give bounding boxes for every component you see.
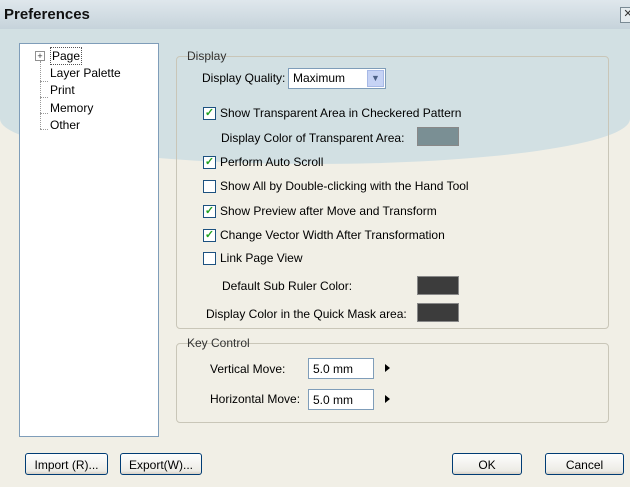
horizontal-move-label: Horizontal Move: <box>210 392 301 406</box>
vertical-move-value: 5.0 mm <box>313 362 354 376</box>
transparent-color-label: Display Color of Transparent Area: <box>221 131 405 145</box>
export-button[interactable]: Export(W)... <box>120 453 202 475</box>
tree-connector-line <box>40 81 48 82</box>
arrow-right-icon[interactable] <box>385 395 390 403</box>
display-quality-select[interactable]: Maximum ▼ <box>288 68 386 89</box>
display-quality-value: Maximum <box>293 71 346 85</box>
quick-mask-label: Display Color in the Quick Mask area: <box>206 307 407 321</box>
horizontal-move-value: 5.0 mm <box>313 393 354 407</box>
expand-plus-icon[interactable]: + <box>35 51 45 61</box>
tree-connector-line <box>40 113 48 114</box>
checkbox-checked-icon[interactable]: ✓ <box>203 156 216 169</box>
checkbox-checked-icon[interactable]: ✓ <box>203 205 216 218</box>
ok-button[interactable]: OK <box>452 453 522 475</box>
vertical-move-input[interactable]: 5.0 mm <box>308 358 374 379</box>
tree-connector-line <box>40 61 41 129</box>
category-tree[interactable]: + Page Layer Palette Print Memory Other <box>19 43 159 437</box>
checkbox-unchecked-icon[interactable] <box>203 180 216 193</box>
tree-connector-line <box>40 129 48 130</box>
key-control-legend: Key Control <box>187 336 250 350</box>
tree-connector-line <box>40 97 48 98</box>
transparent-color-swatch[interactable] <box>417 127 459 146</box>
checkbox-checked-icon[interactable]: ✓ <box>203 107 216 120</box>
horizontal-move-input[interactable]: 5.0 mm <box>308 389 374 410</box>
cancel-button[interactable]: Cancel <box>545 453 624 475</box>
chevron-down-icon[interactable]: ▼ <box>367 70 384 87</box>
display-legend: Display <box>187 49 227 63</box>
sub-ruler-label: Default Sub Ruler Color: <box>222 279 353 293</box>
sub-ruler-color-swatch[interactable] <box>417 276 459 295</box>
arrow-right-icon[interactable] <box>385 364 390 372</box>
checkbox-checked-icon[interactable]: ✓ <box>203 229 216 242</box>
checkbox-unchecked-icon[interactable] <box>203 252 216 265</box>
window-title: Preferences <box>4 6 90 23</box>
vertical-move-label: Vertical Move: <box>210 362 286 376</box>
quick-mask-color-swatch[interactable] <box>417 303 459 322</box>
display-group: Display Display Quality: Maximum ▼ ✓ Sho… <box>176 49 609 329</box>
close-icon[interactable]: ✕ <box>620 7 630 23</box>
key-control-group: Key Control Vertical Move: 5.0 mm Horizo… <box>176 336 609 423</box>
import-button[interactable]: Import (R)... <box>25 453 108 475</box>
title-bar: Preferences ✕ <box>0 0 630 30</box>
display-quality-label: Display Quality: <box>202 71 286 85</box>
